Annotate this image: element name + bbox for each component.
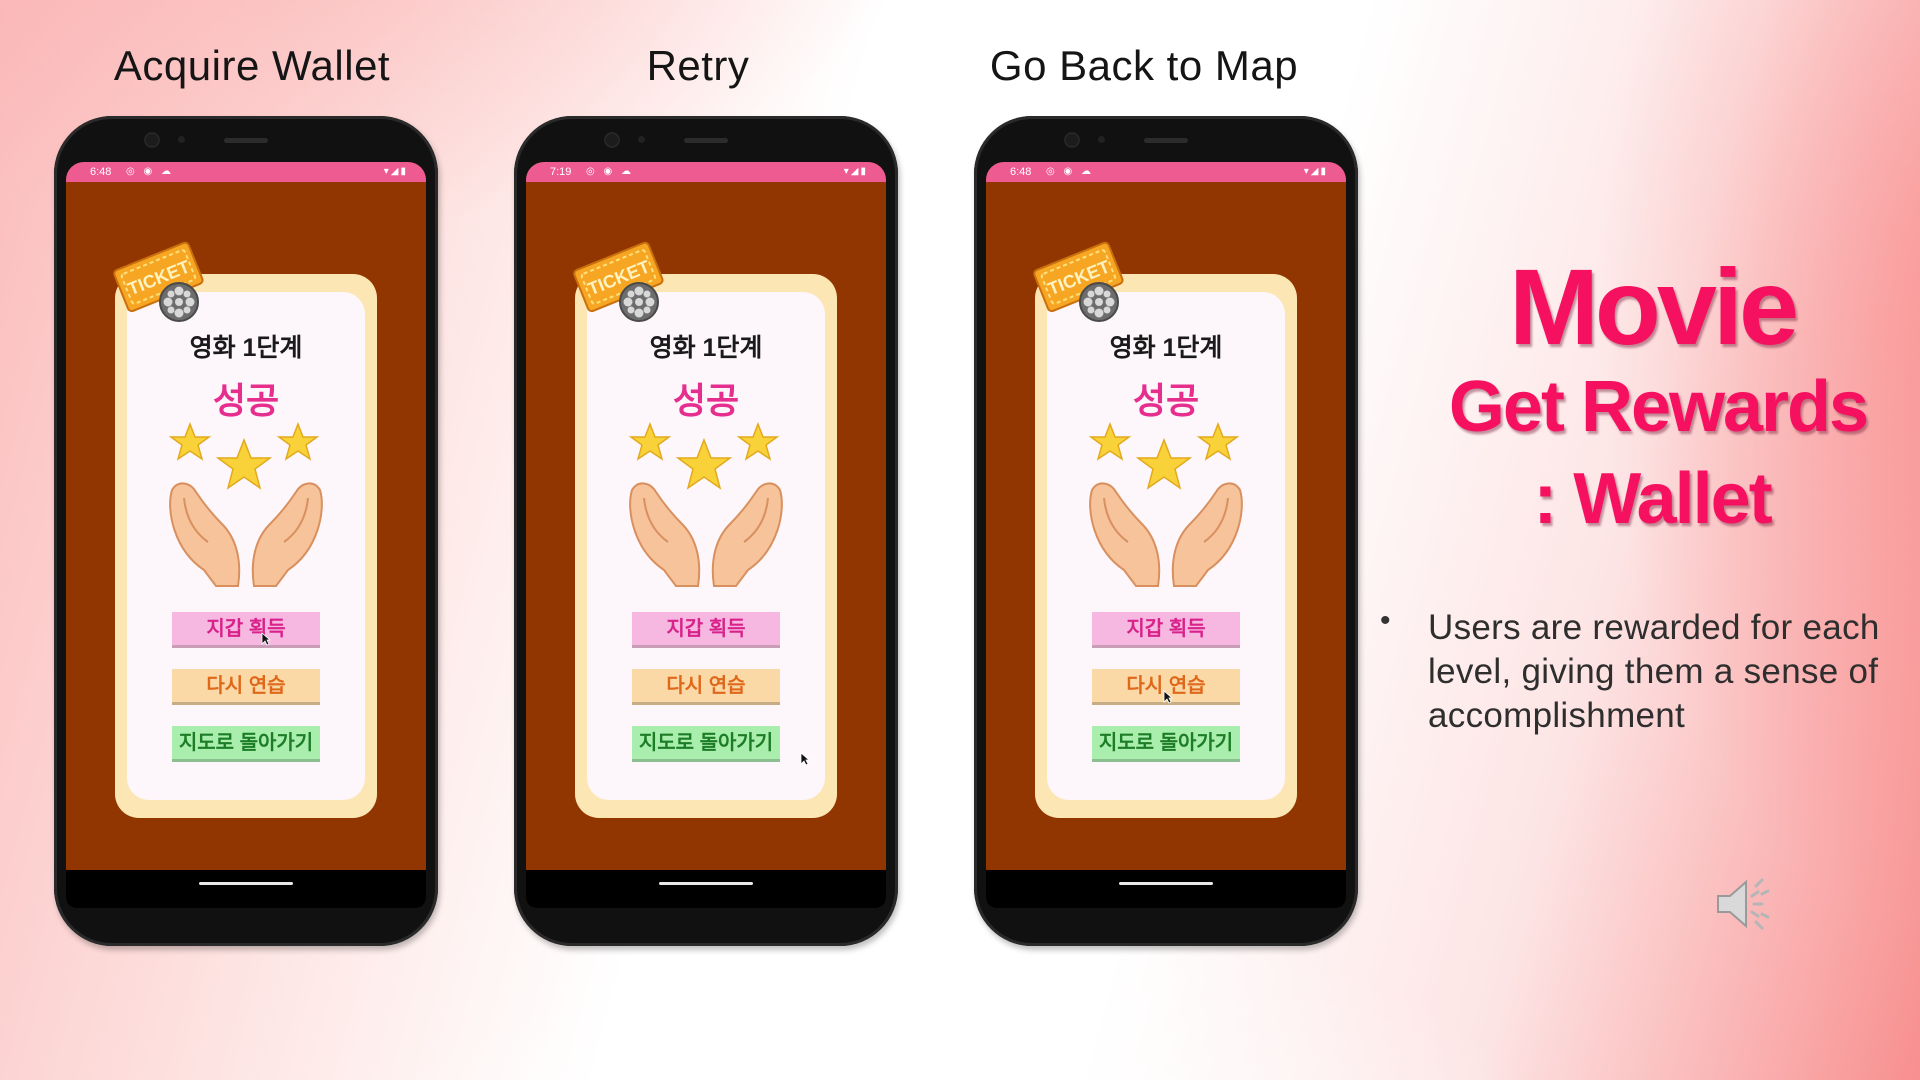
heading-get-rewards: Get Rewards: [1448, 367, 1869, 447]
navigation-bar: [986, 870, 1346, 908]
phone-frame: 7:19 ◎ ◉ ☁ ▾◢▮ TICKET 영화 1단계 성공 지갑 획득 다시…: [514, 116, 898, 946]
sensor: [178, 136, 185, 143]
result-label: 성공: [212, 380, 280, 421]
back-to-map-button[interactable]: 지도로 돌아가기: [1092, 726, 1240, 762]
sensor: [1098, 136, 1105, 143]
movie-ticket-icon: TICKET: [573, 241, 664, 322]
phone-title: Go Back to Map: [989, 42, 1299, 89]
retry-button[interactable]: 다시 연습: [172, 669, 320, 705]
phone-title: Retry: [646, 42, 750, 89]
notification-icons: ◎ ◉ ☁: [1046, 166, 1095, 177]
phone-frame: 6:48 ◎ ◉ ☁ ▾◢▮ TICKET 영화 1단계 성공 지갑 획득 다시…: [974, 116, 1358, 946]
mouse-cursor-icon: [800, 752, 810, 766]
result-card-inner: TICKET 영화 1단계 성공 지갑 획득 다시 연습 지도로 돌아가기: [573, 241, 825, 800]
status-bar: 6:48 ◎ ◉ ☁ ▾◢▮: [986, 162, 1346, 182]
stage-title: 영화 1단계: [189, 334, 303, 362]
phone-title: Acquire Wallet: [113, 42, 391, 89]
acquire-wallet-button[interactable]: 지갑 획득: [1092, 612, 1240, 648]
acquire-wallet-button[interactable]: 지갑 획득: [172, 612, 320, 648]
bullet-marker: •: [1380, 604, 1391, 637]
status-time: 6:48: [90, 166, 112, 178]
phone-screen: 7:19 ◎ ◉ ☁ ▾◢▮ TICKET 영화 1단계 성공 지갑 획득 다시…: [526, 162, 886, 908]
hands-with-stars-icon: [1088, 421, 1243, 587]
result-card-inner: TICKET 영화 1단계 성공 지갑 획득 다시 연습 지도로 돌아가기: [113, 241, 365, 800]
status-time: 6:48: [1010, 166, 1032, 178]
result-card-inner: TICKET 영화 1단계 성공 지갑 획득 다시 연습 지도로 돌아가기: [1033, 241, 1285, 800]
home-indicator[interactable]: [1119, 882, 1213, 885]
result-label: 성공: [672, 380, 740, 421]
home-indicator[interactable]: [659, 882, 753, 885]
movie-ticket-icon: TICKET: [113, 241, 204, 322]
result-card: TICKET 영화 1단계 성공 지갑 획득 다시 연습 지도로 돌아가기: [573, 241, 837, 818]
result-card: TICKET 영화 1단계 성공 지갑 획득 다시 연습 지도로 돌아가기: [1033, 241, 1297, 818]
back-to-map-button[interactable]: 지도로 돌아가기: [632, 726, 780, 762]
status-bar: 7:19 ◎ ◉ ☁ ▾◢▮: [526, 162, 886, 182]
front-camera: [146, 134, 158, 146]
heading-movie: Movie: [1508, 246, 1799, 367]
navigation-bar: [66, 870, 426, 908]
home-indicator[interactable]: [199, 882, 293, 885]
result-label: 성공: [1132, 380, 1200, 421]
acquire-wallet-button[interactable]: 지갑 획득: [632, 612, 780, 648]
status-time: 7:19: [550, 166, 572, 178]
movie-ticket-icon: TICKET: [1033, 241, 1124, 322]
navigation-bar: [526, 870, 886, 908]
earpiece-speaker: [684, 138, 728, 143]
wifi-signal-battery-icons: ▾◢▮: [843, 166, 868, 177]
status-bar: 6:48 ◎ ◉ ☁ ▾◢▮: [66, 162, 426, 182]
stage-title: 영화 1단계: [649, 334, 763, 362]
stage-title: 영화 1단계: [1109, 334, 1223, 362]
back-to-map-button[interactable]: 지도로 돌아가기: [172, 726, 320, 762]
speaker-icon[interactable]: [1712, 874, 1774, 934]
retry-button[interactable]: 다시 연습: [632, 669, 780, 705]
bullet-text: Users are rewarded for each level, givin…: [1428, 608, 1880, 735]
notification-icons: ◎ ◉ ☁: [126, 166, 175, 177]
earpiece-speaker: [1144, 138, 1188, 143]
phone-frame: 6:48 ◎ ◉ ☁ ▾◢▮ TICKET 영화 1단계 성공 지갑 획득 다시…: [54, 116, 438, 946]
wifi-signal-battery-icons: ▾◢▮: [1303, 166, 1328, 177]
phone-screen: 6:48 ◎ ◉ ☁ ▾◢▮ TICKET 영화 1단계 성공 지갑 획득 다시…: [986, 162, 1346, 908]
wifi-signal-battery-icons: ▾◢▮: [383, 166, 408, 177]
hands-with-stars-icon: [628, 421, 783, 587]
heading-wallet: : Wallet: [1533, 459, 1772, 539]
sensor: [638, 136, 645, 143]
hands-with-stars-icon: [168, 421, 323, 587]
front-camera: [606, 134, 618, 146]
notification-icons: ◎ ◉ ☁: [586, 166, 635, 177]
phone-screen: 6:48 ◎ ◉ ☁ ▾◢▮ TICKET 영화 1단계 성공 지갑 획득 다시…: [66, 162, 426, 908]
result-card: TICKET 영화 1단계 성공 지갑 획득 다시 연습 지도로 돌아가기: [113, 241, 377, 818]
front-camera: [1066, 134, 1078, 146]
mouse-cursor-icon: [1163, 690, 1173, 704]
earpiece-speaker: [224, 138, 268, 143]
mouse-cursor-icon: [261, 632, 271, 646]
